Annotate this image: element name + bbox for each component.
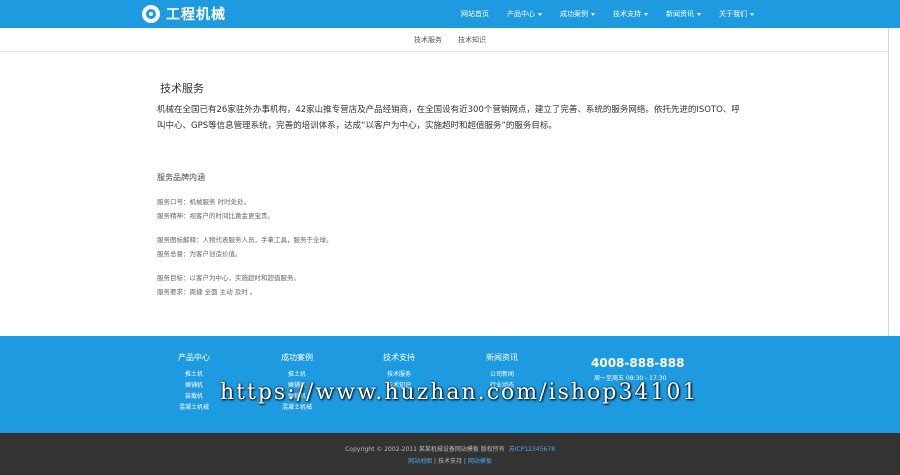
list-item: 服务总督：为客户创造价值。 [157,250,242,258]
nav-item-products[interactable]: 产品中心 [498,0,551,28]
main-content: 技术服务 机械在全国已有26家驻外办事机构，42家山推专营店及产品经销商，在全国… [157,80,757,134]
nav-label: 新闻资讯 [666,10,694,18]
site-logo[interactable]: 工程机械 [142,4,226,24]
nav-label: 产品中心 [507,10,535,18]
nav-item-news[interactable]: 新闻资讯 [657,0,710,28]
nav-label: 网站首页 [461,10,489,18]
scrollbar[interactable] [888,28,900,336]
footer-link[interactable]: 装载机 [170,391,218,402]
footer-link[interactable]: 技术服务 [375,369,423,380]
nav-item-support[interactable]: 技术支持 [604,0,657,28]
footer-col-title: 新闻资讯 [486,353,518,362]
template-link[interactable]: 网站模板 [468,458,492,465]
top-navbar: 工程机械 网站首页 产品中心 成功案例 技术支持 新闻资讯 关于我们 [0,0,900,28]
caret-down-icon [750,12,754,16]
separator: | [463,458,466,465]
bottom-links: 网站地图 | 技术支持 | 网站模板 [0,456,900,465]
subnav-item-tech-service[interactable]: 技术服务 [414,35,442,45]
footer-link[interactable]: 公司新闻 [478,369,526,380]
page-title: 技术服务 [160,82,204,95]
caret-down-icon [538,12,542,16]
list-item: 服务精神：视客户的时间比黄金更宝贵。 [157,212,274,220]
footer-link[interactable]: 推土机 [170,369,218,380]
section-title: 服务品牌内涵 [157,173,205,182]
bottom-bar [0,433,900,475]
watermark-text: https://www.huzhan.com/ishop34101 [220,380,699,405]
caret-down-icon [644,12,648,16]
nav-item-about[interactable]: 关于我们 [710,0,763,28]
caret-down-icon [591,12,595,16]
nav-label: 成功案例 [560,10,588,18]
nav-item-cases[interactable]: 成功案例 [551,0,604,28]
support-link[interactable]: 技术支持 [438,458,462,465]
service-list: 服务口号：机械服务 时时处处。 服务精神：视客户的时间比黄金更宝贵。 服务图标解… [157,195,333,299]
intro-paragraph: 机械在全国已有26家驻外办事机构，42家山推专营店及产品经销商，在全国设有近30… [157,105,740,131]
nav-label: 关于我们 [719,10,747,18]
list-item: 服务目标：以客户为中心，实施超时和超值服务。 [157,274,300,282]
copyright: Copyright © 2002-2011 某某机械设备网站模板 版权所有 苏IC… [0,444,900,453]
footer-col-title: 产品中心 [178,353,210,362]
footer-link[interactable]: 混凝土机械 [170,402,218,413]
logo-text: 工程机械 [166,7,226,23]
separator: | [434,458,437,465]
subnav-item-tech-knowledge[interactable]: 技术知识 [458,35,486,45]
nav-item-home[interactable]: 网站首页 [452,0,498,28]
footer-col-title: 成功案例 [281,353,313,362]
sub-nav: 技术服务 技术知识 [0,28,900,52]
copyright-text: Copyright © 2002-2011 某某机械设备网站模板 版权所有 [345,446,505,453]
list-item: 服务要求：周捷 全面 主动 及时 。 [157,288,257,296]
main-nav: 网站首页 产品中心 成功案例 技术支持 新闻资讯 关于我们 [452,0,763,28]
nav-label: 技术支持 [613,10,641,18]
footer-link[interactable]: 摊铺机 [170,380,218,391]
list-item: 服务图标解释：人物代表服务人员，手拿工具，服务于全球。 [157,236,333,244]
hotline-number: 4008-888-888 [591,356,685,370]
caret-down-icon [697,12,701,16]
sitemap-link[interactable]: 网站地图 [408,458,432,465]
footer-col-title: 技术支持 [383,353,415,362]
logo-icon [142,5,160,23]
footer-col-products: 产品中心 推土机 摊铺机 装载机 混凝土机械 [170,352,218,413]
footer-link[interactable]: 推土机 [273,369,321,380]
icp-link[interactable]: 苏ICP12345678 [509,446,555,453]
list-item: 服务口号：机械服务 时时处处。 [157,198,251,206]
